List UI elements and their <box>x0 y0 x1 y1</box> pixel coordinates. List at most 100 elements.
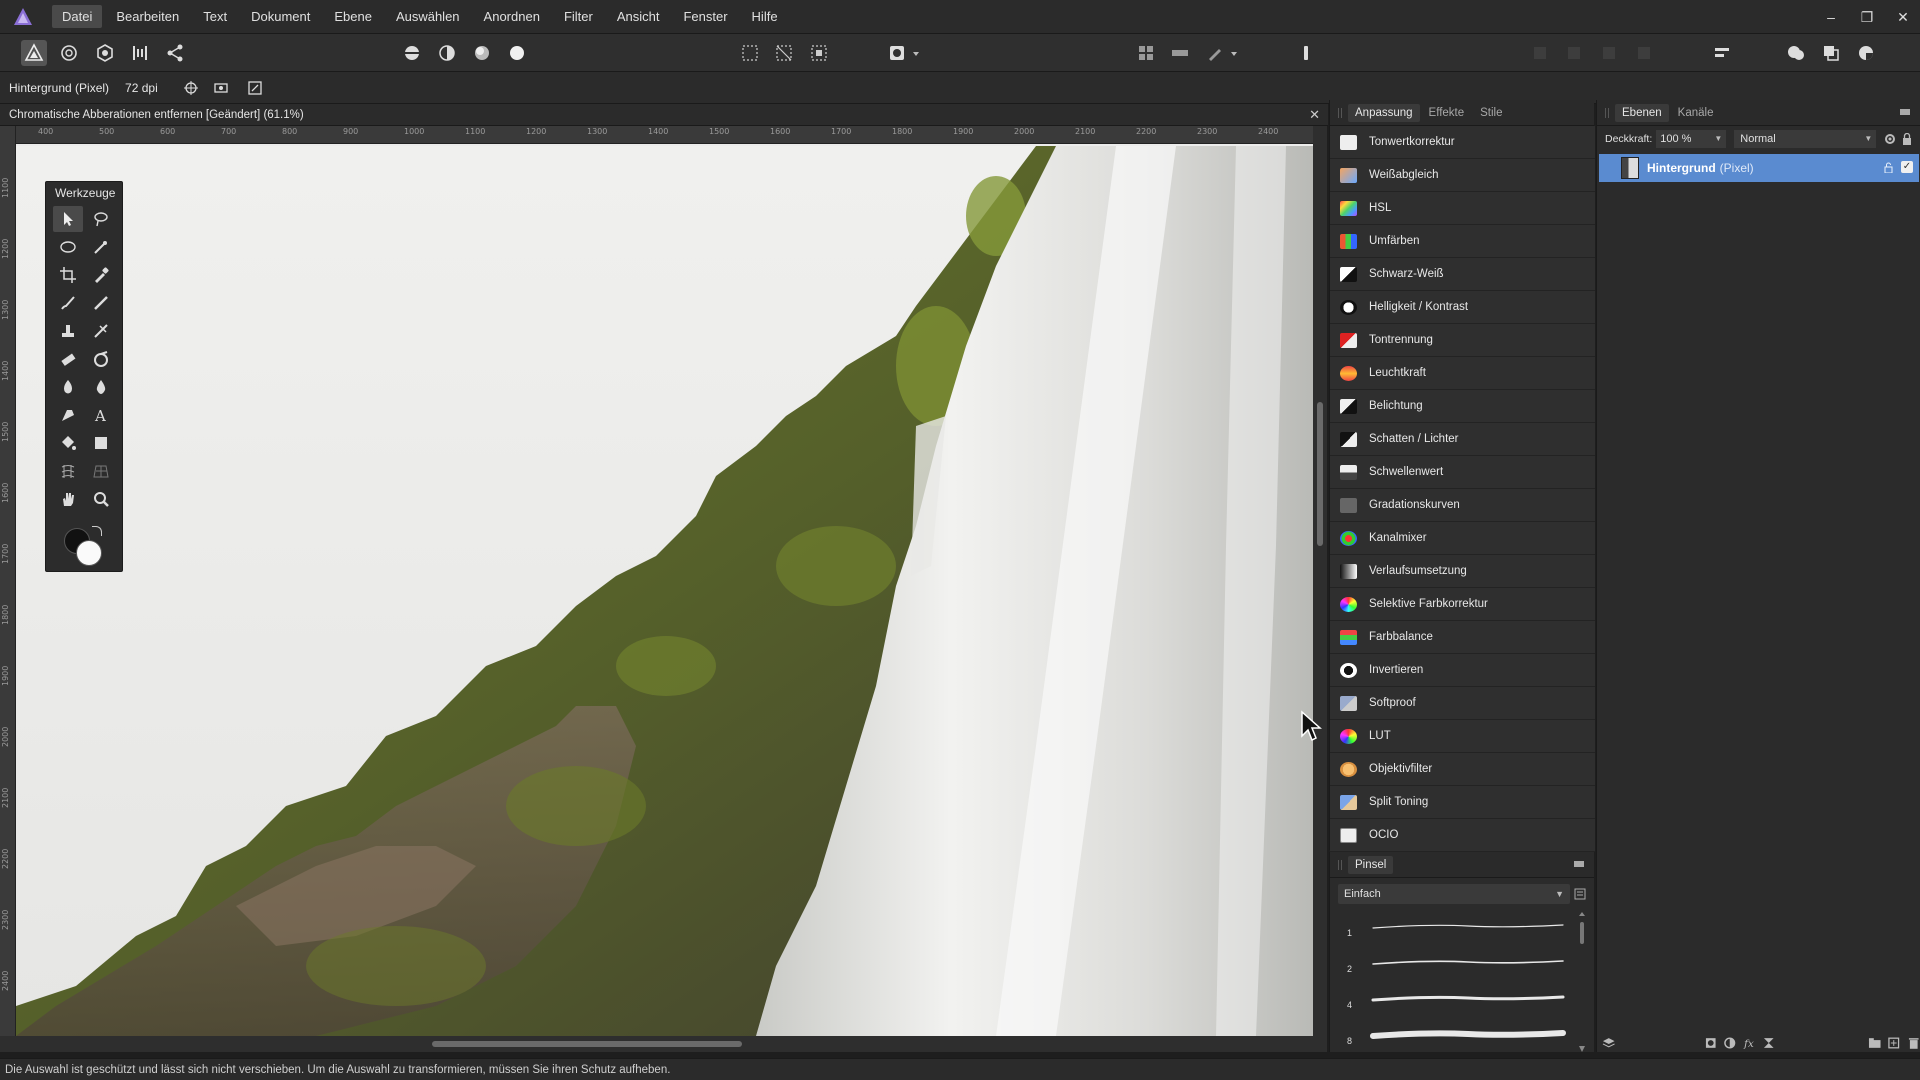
freehand-selection-tool-icon[interactable] <box>53 234 83 260</box>
quick-mask-dropdown-icon[interactable] <box>910 40 922 66</box>
boolean-add-icon[interactable] <box>1783 40 1809 66</box>
swap-colors-icon[interactable] <box>92 526 102 536</box>
perspective-tool-icon[interactable] <box>86 458 116 484</box>
export-persona-icon[interactable] <box>162 40 188 66</box>
tab-effekte[interactable]: Effekte <box>1422 104 1472 122</box>
photo-persona-icon[interactable] <box>21 40 47 66</box>
snapping-icon[interactable] <box>1133 40 1159 66</box>
paint-brush-tool-icon[interactable] <box>53 290 83 316</box>
panel-grip-icon[interactable] <box>1338 859 1342 870</box>
secondary-color-swatch[interactable] <box>76 540 102 566</box>
layer-row-lock-icon[interactable] <box>1884 162 1893 173</box>
invert-selection-icon[interactable] <box>806 40 832 66</box>
menu-dokument[interactable]: Dokument <box>241 5 320 28</box>
menu-auswaehlen[interactable]: Auswählen <box>386 5 470 28</box>
zoom-tool-icon[interactable] <box>86 486 116 512</box>
auto-white-balance-icon[interactable] <box>504 40 530 66</box>
brush-preset[interactable]: 1 <box>1338 912 1574 948</box>
adjustment-item[interactable]: HSL <box>1330 192 1595 225</box>
adjustment-item[interactable]: Farbbalance <box>1330 621 1595 654</box>
vertical-scrollbar-thumb[interactable] <box>1317 402 1323 546</box>
adjustment-item[interactable]: Umfärben <box>1330 225 1595 258</box>
develop-persona-icon[interactable] <box>92 40 118 66</box>
mesh-warp-tool-icon[interactable] <box>53 458 83 484</box>
rectangle-tool-icon[interactable] <box>86 430 116 456</box>
adjustment-item[interactable]: Weißabgleich <box>1330 159 1595 192</box>
opacity-field[interactable]: 100 % ▼ <box>1656 130 1727 148</box>
adjustment-item[interactable]: Schwellenwert <box>1330 456 1595 489</box>
brush-menu-icon[interactable] <box>1574 888 1586 900</box>
view-settings-icon[interactable] <box>210 77 232 99</box>
dodge-tool-icon[interactable] <box>53 374 83 400</box>
ruler-vertical[interactable]: 1100 1200 1300 1400 1500 1600 1700 1800 1900 2000… <box>0 126 16 1036</box>
select-all-icon[interactable] <box>737 40 763 66</box>
adjustment-item[interactable]: Schatten / Lichter <box>1330 423 1595 456</box>
blend-mode-select[interactable]: Normal ▼ <box>1734 130 1877 148</box>
adjustment-item[interactable]: OCIO <box>1330 819 1595 852</box>
tab-pinsel[interactable]: Pinsel <box>1348 855 1394 874</box>
brush-options-dropdown-icon[interactable] <box>1228 40 1240 66</box>
adjustment-item[interactable]: Gradationskurven <box>1330 489 1595 522</box>
adjustment-item[interactable]: Kanalmixer <box>1330 522 1595 555</box>
layer-row[interactable]: Hintergrund (Pixel) ✓ <box>1599 154 1919 182</box>
crop-tool-icon[interactable] <box>53 262 83 288</box>
color-picker-tool-icon[interactable] <box>86 262 116 288</box>
adjustment-item[interactable]: Helligkeit / Kontrast <box>1330 291 1595 324</box>
red-eye-tool-icon[interactable] <box>86 346 116 372</box>
adjustment-item[interactable]: Invertieren <box>1330 654 1595 687</box>
brush-options-icon[interactable] <box>1202 40 1228 66</box>
adjustment-item[interactable]: Objektivfilter <box>1330 753 1595 786</box>
live-filter-icon[interactable] <box>1762 1036 1776 1050</box>
layer-lock-icon[interactable] <box>1902 133 1912 145</box>
blur-brush-tool-icon[interactable] <box>86 374 116 400</box>
add-group-icon[interactable] <box>1868 1036 1882 1050</box>
flood-select-tool-icon[interactable] <box>86 234 116 260</box>
tab-ebenen[interactable]: Ebenen <box>1615 103 1669 122</box>
quick-mask-icon[interactable] <box>884 40 910 66</box>
boolean-subtract-icon[interactable] <box>1818 40 1844 66</box>
delete-layer-icon[interactable] <box>1907 1036 1920 1050</box>
alignment-icon[interactable] <box>1709 40 1735 66</box>
ruler-horizontal[interactable]: 400 500 600 700 800 900 1000 1100 1200 1300 1400 15… <box>16 126 1313 144</box>
fx-icon[interactable]: fx <box>1743 1036 1757 1050</box>
adjustment-item[interactable]: Schwarz-Weiß <box>1330 258 1595 291</box>
tab-stile[interactable]: Stile <box>1473 104 1509 122</box>
move-tool-icon[interactable] <box>53 206 83 232</box>
text-tool-icon[interactable]: A <box>86 402 116 428</box>
menu-ansicht[interactable]: Ansicht <box>607 5 670 28</box>
panel-menu-icon[interactable] <box>1900 107 1912 117</box>
selection-brush-tool-icon[interactable] <box>86 206 116 232</box>
auto-colors-icon[interactable] <box>469 40 495 66</box>
auto-contrast-icon[interactable] <box>434 40 460 66</box>
adjustment-item[interactable]: Leuchtkraft <box>1330 357 1595 390</box>
flood-fill-tool-icon[interactable] <box>53 430 83 456</box>
auto-levels-icon[interactable] <box>399 40 425 66</box>
arrange-forward-icon[interactable] <box>1596 40 1622 66</box>
pen-tool-icon[interactable] <box>53 402 83 428</box>
brush-preset[interactable]: 8 <box>1338 1020 1574 1056</box>
panel-menu-icon[interactable] <box>1574 859 1586 869</box>
brush-category-select[interactable]: Einfach ▼ <box>1338 884 1570 904</box>
tab-kanaele[interactable]: Kanäle <box>1671 104 1721 122</box>
adjustment-item[interactable]: Tonwertkorrektur <box>1330 126 1595 159</box>
menu-hilfe[interactable]: Hilfe <box>742 5 788 28</box>
horizontal-scrollbar[interactable] <box>0 1036 1327 1052</box>
healing-brush-tool-icon[interactable] <box>86 318 116 344</box>
adjustment-item[interactable]: Selektive Farbkorrektur <box>1330 588 1595 621</box>
layer-stack-icon[interactable] <box>1602 1036 1616 1050</box>
brush-preset[interactable]: 2 <box>1338 948 1574 984</box>
mask-layer-icon[interactable] <box>1704 1036 1718 1050</box>
panel-grip-icon[interactable] <box>1338 107 1342 118</box>
color-swatches[interactable] <box>64 526 108 568</box>
adjustment-item[interactable]: Tontrennung <box>1330 324 1595 357</box>
adjustment-layer-icon[interactable] <box>1723 1036 1737 1050</box>
document-tab[interactable]: Chromatische Abberationen entfernen [Geä… <box>0 104 1328 126</box>
arrange-front-icon[interactable] <box>1631 40 1657 66</box>
menu-ebene[interactable]: Ebene <box>324 5 382 28</box>
tab-anpassung[interactable]: Anpassung <box>1348 103 1420 122</box>
panel-grip-icon[interactable] <box>1605 107 1609 118</box>
add-layer-icon[interactable] <box>1887 1036 1901 1050</box>
layer-visibility-checkbox[interactable]: ✓ <box>1901 161 1913 173</box>
menu-filter[interactable]: Filter <box>554 5 603 28</box>
adjustment-item[interactable]: Belichtung <box>1330 390 1595 423</box>
